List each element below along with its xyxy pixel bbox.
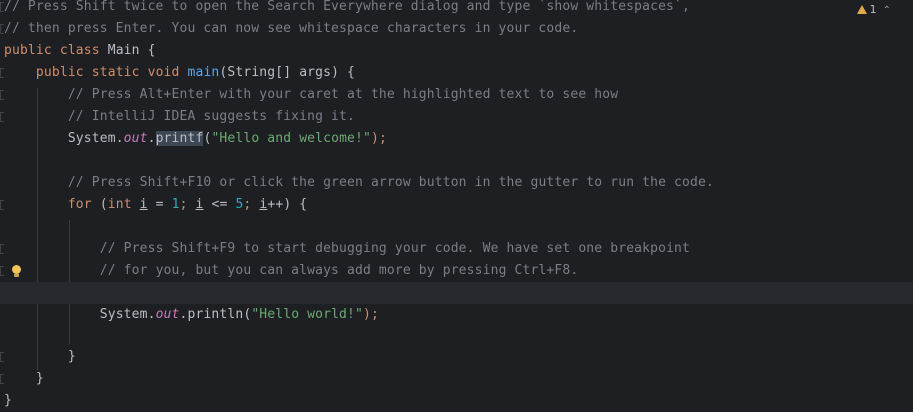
semicolon: ; xyxy=(243,197,260,212)
code-line[interactable] xyxy=(0,150,913,172)
method-signature: (String[] args) { xyxy=(219,65,356,80)
comment-text: // then press Enter. You can now see whi… xyxy=(4,21,579,36)
class-reference: System. xyxy=(67,131,124,146)
highlighted-method[interactable]: printf xyxy=(155,131,204,146)
code-line[interactable]: public static void main(String[] args) { xyxy=(0,62,913,84)
code-line[interactable]: // for you, but you can always add more … xyxy=(0,260,913,282)
code-line[interactable]: // Press Shift+F10 or click the green ar… xyxy=(0,172,913,194)
field-reference: out xyxy=(155,307,180,322)
field-reference: out xyxy=(123,131,148,146)
code-line[interactable]: } xyxy=(0,390,913,412)
keyword: public class xyxy=(4,43,100,58)
statement-end: ); xyxy=(363,307,379,322)
statement-end: ); xyxy=(371,131,387,146)
number-literal: 1 xyxy=(171,197,180,212)
method-name: main xyxy=(187,65,220,80)
class-reference: System. xyxy=(99,307,156,322)
closing-brace: } xyxy=(4,393,12,408)
code-line[interactable]: // Press Shift+F9 to start debugging you… xyxy=(0,238,913,260)
closing-brace: } xyxy=(35,371,44,386)
operator: = xyxy=(147,197,172,212)
code-line[interactable]: } xyxy=(0,346,913,368)
comment-text: // Press Shift+F9 to start debugging you… xyxy=(99,241,691,256)
dot: . xyxy=(147,131,156,146)
code-line[interactable]: public class Main { xyxy=(0,40,913,62)
comment-text: // Press Shift+F10 or click the green ar… xyxy=(67,175,714,190)
code-editor[interactable]: 1 ⌃ // Press Shift twice to open the Sear… xyxy=(0,0,913,412)
comment-text: // IntelliJ IDEA suggests fixing it. xyxy=(67,109,355,124)
current-line[interactable] xyxy=(0,282,913,304)
loop-variable: i xyxy=(139,197,148,212)
code-line[interactable] xyxy=(0,216,913,238)
code-line[interactable]: // Press Shift twice to open the Search … xyxy=(0,0,913,18)
code-line[interactable]: // IntelliJ IDEA suggests fixing it. xyxy=(0,106,913,128)
string-literal: "Hello world!" xyxy=(251,307,363,322)
paren: ( xyxy=(91,197,108,212)
code-line[interactable]: } xyxy=(0,368,913,390)
comment-text: // Press Alt+Enter with your caret at th… xyxy=(67,87,619,102)
code-line[interactable]: // Press Alt+Enter with your caret at th… xyxy=(0,84,913,106)
operator: <= xyxy=(203,197,236,212)
closing-brace: } xyxy=(67,349,76,364)
string-literal: "Hello and welcome!" xyxy=(211,131,371,146)
comment-text: // for you, but you can always add more … xyxy=(99,263,579,278)
comment-text: // Press Shift twice to open the Search … xyxy=(4,0,690,14)
increment: ++) { xyxy=(267,197,308,212)
method-call: .println( xyxy=(179,307,252,322)
keyword: for xyxy=(67,197,92,212)
loop-variable: i xyxy=(195,197,204,212)
code-line[interactable]: // then press Enter. You can now see whi… xyxy=(0,18,913,40)
code-line[interactable]: for (int i = 1; i <= 5; i++) { xyxy=(0,194,913,216)
code-line[interactable]: System.out.printf("Hello and welcome!"); xyxy=(0,128,913,150)
semicolon: ; xyxy=(179,197,196,212)
code-line[interactable]: System.out.println("Hello world!"); xyxy=(0,304,913,326)
keyword: int xyxy=(107,197,132,212)
keyword: public static void xyxy=(35,65,180,80)
class-declaration: Main { xyxy=(99,43,156,58)
code-line[interactable] xyxy=(0,326,913,348)
